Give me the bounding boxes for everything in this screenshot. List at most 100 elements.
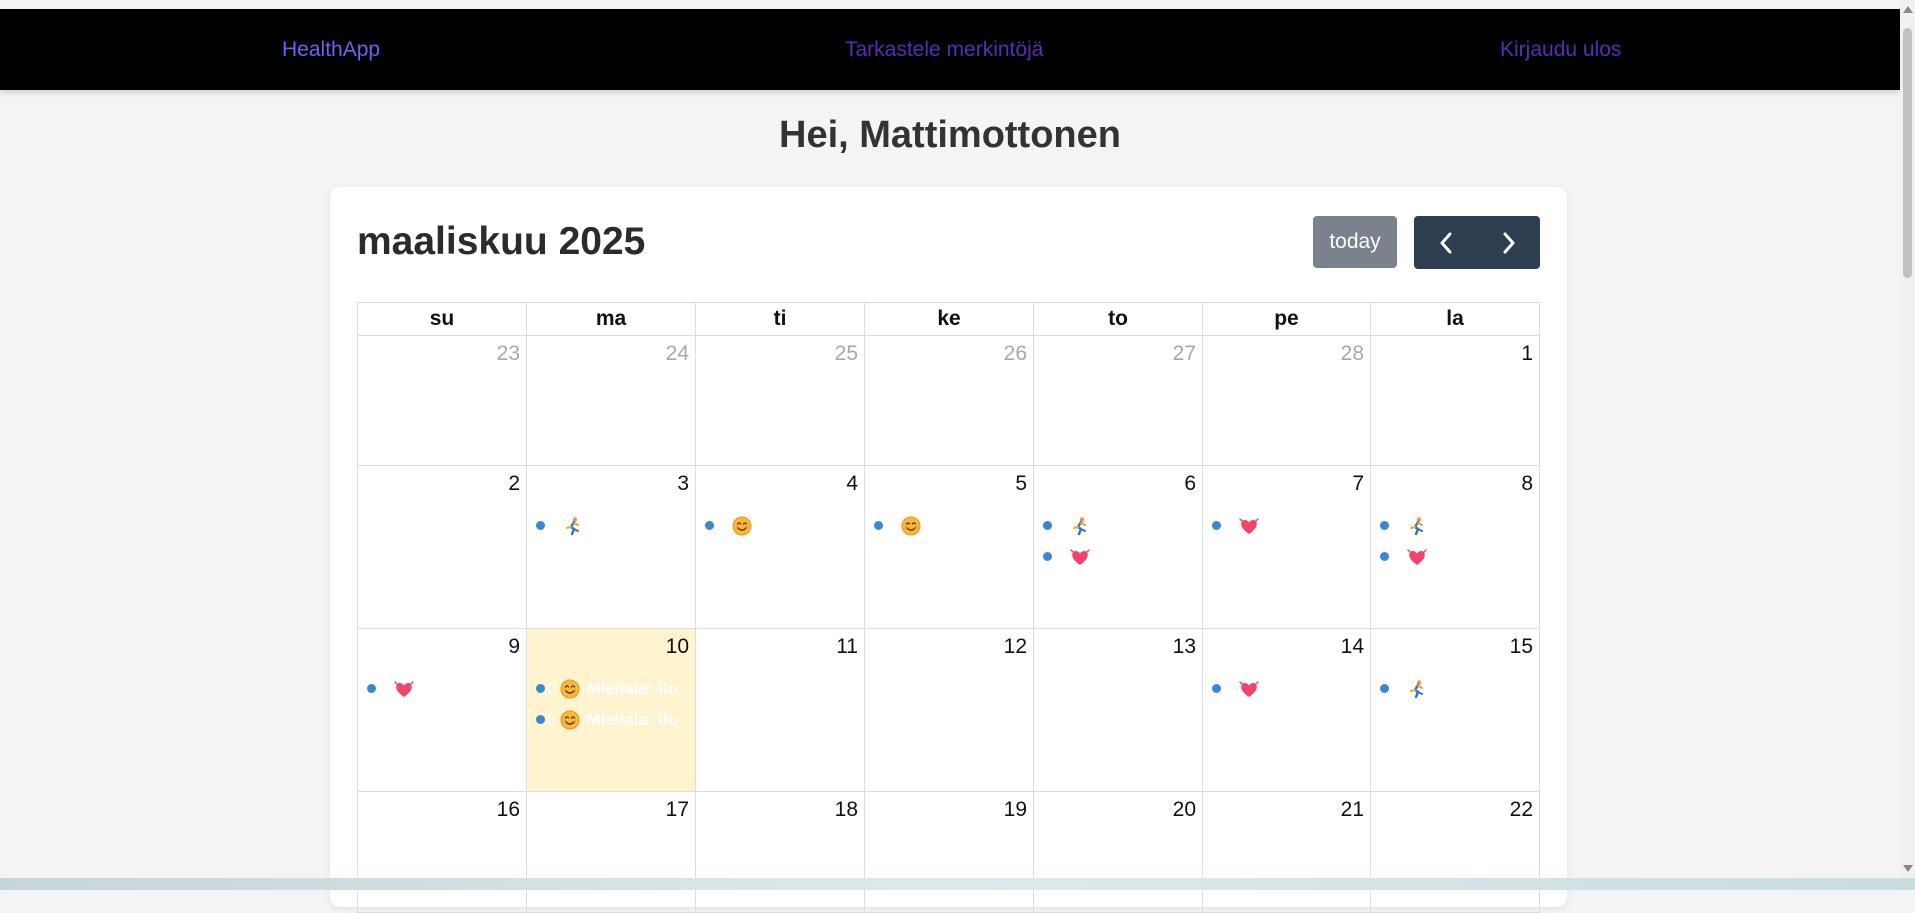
day-cell[interactable]: 1 xyxy=(1370,335,1540,466)
chevron-left-icon xyxy=(1440,232,1451,253)
day-cell[interactable]: 8 xyxy=(1370,465,1540,629)
day-cell[interactable]: 14 xyxy=(1202,628,1371,792)
runner-icon xyxy=(563,516,583,536)
event-dot xyxy=(1212,684,1221,693)
day-number: 20 xyxy=(1172,798,1196,821)
day-number: 27 xyxy=(1172,342,1196,365)
day-number: 13 xyxy=(1172,635,1196,658)
logout-link[interactable]: Kirjaudu ulos xyxy=(1500,9,1621,90)
day-number: 12 xyxy=(1003,635,1027,658)
day-cell[interactable]: 11 xyxy=(695,628,865,792)
day-cell[interactable]: 21 xyxy=(1202,791,1371,913)
day-number: 23 xyxy=(496,342,520,365)
week-row: 23 24 25 26 27 28 1 xyxy=(357,335,1540,466)
calendar-event[interactable] xyxy=(1380,510,1539,541)
event-dot xyxy=(1380,521,1389,530)
calendar-event[interactable] xyxy=(536,510,695,541)
event-dot xyxy=(874,521,883,530)
runner-icon xyxy=(1407,516,1427,536)
day-number: 10 xyxy=(665,635,689,658)
runner-icon xyxy=(1407,679,1427,699)
day-number: 28 xyxy=(1340,342,1364,365)
week-row: 2 3 4 5 6 7 8 xyxy=(357,465,1540,629)
calendar-event[interactable] xyxy=(1380,673,1539,704)
page-top-gap xyxy=(0,0,1900,9)
day-cell[interactable]: 6 xyxy=(1033,465,1203,629)
calendar-event[interactable] xyxy=(1212,673,1370,704)
day-cell[interactable]: 5 xyxy=(864,465,1034,629)
calendar-event[interactable] xyxy=(1043,510,1202,541)
day-cell[interactable]: 7 xyxy=(1202,465,1371,629)
day-number: 11 xyxy=(836,635,858,658)
day-cell[interactable]: 17 xyxy=(526,791,696,913)
day-number: 17 xyxy=(665,798,689,821)
scroll-up-arrow-icon[interactable] xyxy=(1903,6,1913,13)
smiley-icon xyxy=(732,516,752,536)
view-entries-link[interactable]: Tarkastele merkintöjä xyxy=(845,9,1043,90)
day-cell[interactable]: 2 xyxy=(357,465,527,629)
smiley-icon xyxy=(560,710,580,730)
event-time: 0 xyxy=(547,678,557,698)
event-dot xyxy=(367,684,376,693)
today-button[interactable]: today xyxy=(1313,216,1397,268)
day-events xyxy=(1380,510,1539,572)
scroll-down-arrow-icon[interactable] xyxy=(1903,865,1913,872)
vertical-scrollbar[interactable] xyxy=(1900,0,1915,878)
day-number: 22 xyxy=(1509,798,1533,821)
day-cell[interactable]: 26 xyxy=(864,335,1034,466)
day-number: 16 xyxy=(496,798,520,821)
day-number: 18 xyxy=(834,798,858,821)
heart-icon xyxy=(394,679,414,699)
scrollbar-thumb[interactable] xyxy=(1903,28,1912,278)
day-cell[interactable]: 9 xyxy=(357,628,527,792)
event-dot xyxy=(705,521,714,530)
calendar-event[interactable]: 0 Mieliala: ilo xyxy=(536,704,695,735)
day-cell[interactable]: 4 xyxy=(695,465,865,629)
calendar-event[interactable] xyxy=(367,673,526,704)
day-cell[interactable]: 23 xyxy=(357,335,527,466)
day-cell[interactable]: 15 xyxy=(1370,628,1540,792)
navbar: HealthApp Tarkastele merkintöjä Kirjaudu… xyxy=(0,9,1900,90)
week-row: 9 10 0 Mieliala: ilo 0 Mieliala: ilo 11 12 1… xyxy=(357,628,1540,792)
calendar-event[interactable] xyxy=(705,510,864,541)
day-cell[interactable]: 27 xyxy=(1033,335,1203,466)
day-events xyxy=(1380,673,1539,704)
calendar-title: maaliskuu 2025 xyxy=(357,220,646,263)
event-dot xyxy=(536,684,545,693)
event-dot xyxy=(1212,521,1221,530)
day-cell[interactable]: 19 xyxy=(864,791,1034,913)
day-cell[interactable]: 12 xyxy=(864,628,1034,792)
day-cell[interactable]: 24 xyxy=(526,335,696,466)
event-dot xyxy=(1043,552,1052,561)
calendar-event[interactable] xyxy=(874,510,1033,541)
brand-link[interactable]: HealthApp xyxy=(282,9,380,90)
day-cell[interactable]: 25 xyxy=(695,335,865,466)
day-cell[interactable]: 16 xyxy=(357,791,527,913)
month-nav-group xyxy=(1414,216,1540,269)
day-cell[interactable]: 22 xyxy=(1370,791,1540,913)
calendar-event[interactable] xyxy=(1212,510,1370,541)
calendar-event[interactable]: 0 Mieliala: ilo xyxy=(536,673,695,704)
day-cell[interactable]: 3 xyxy=(526,465,696,629)
day-cell[interactable]: 28 xyxy=(1202,335,1371,466)
calendar-event[interactable] xyxy=(1380,541,1539,572)
event-dot xyxy=(1380,684,1389,693)
smiley-icon xyxy=(901,516,921,536)
weekday-header-row: su ma ti ke to pe la xyxy=(357,302,1540,336)
day-cell[interactable]: 20 xyxy=(1033,791,1203,913)
day-events xyxy=(536,510,695,541)
event-title: Mieliala: ilo xyxy=(586,678,679,698)
day-cell-today[interactable]: 10 0 Mieliala: ilo 0 Mieliala: ilo xyxy=(526,628,696,792)
event-dot xyxy=(536,521,545,530)
calendar-event[interactable] xyxy=(1043,541,1202,572)
day-cell[interactable]: 13 xyxy=(1033,628,1203,792)
next-month-button[interactable] xyxy=(1477,216,1540,269)
day-cell[interactable]: 18 xyxy=(695,791,865,913)
day-number: 14 xyxy=(1340,635,1364,658)
day-events xyxy=(1043,510,1202,572)
prev-month-button[interactable] xyxy=(1414,216,1477,269)
event-time: 0 xyxy=(547,709,557,729)
weekday-header: ti xyxy=(695,302,865,336)
weekday-header: ke xyxy=(864,302,1034,336)
weekday-header: ma xyxy=(526,302,696,336)
